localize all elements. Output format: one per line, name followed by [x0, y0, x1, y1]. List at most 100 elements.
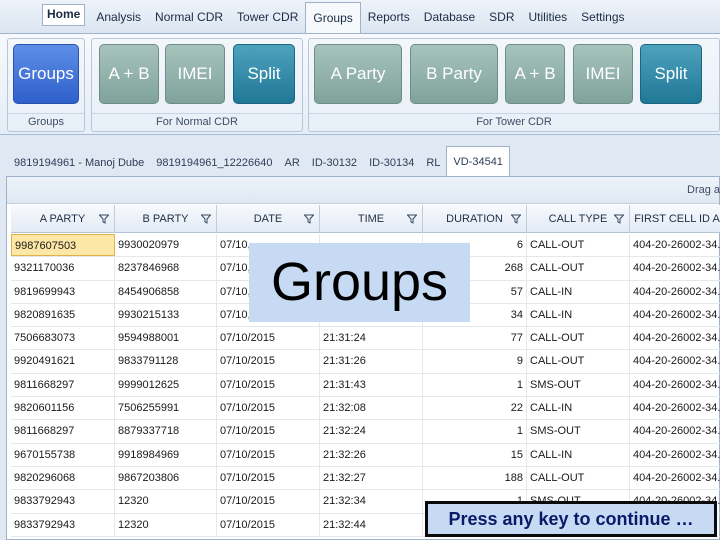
table-cell[interactable]: 404-20-26002-34... [630, 327, 720, 349]
normal-imei-button[interactable]: IMEI [165, 44, 225, 104]
table-cell[interactable]: 21:32:26 [320, 443, 423, 466]
table-cell[interactable]: 77 [423, 327, 527, 350]
table-cell[interactable]: 21:32:34 [320, 490, 423, 513]
tower-a-plus-b-button[interactable]: A + B [505, 44, 565, 104]
column-header-call-type[interactable]: CALL TYPE [527, 205, 630, 233]
menu-analysis[interactable]: Analysis [89, 5, 148, 29]
menu-settings[interactable]: Settings [574, 5, 631, 29]
table-row[interactable]: 7506683073 9594988001 07/10/2015 21:31:24 77… [11, 327, 720, 351]
table-cell[interactable]: 404-20-26002-34... [630, 397, 720, 419]
column-header-date[interactable]: DATE [217, 205, 320, 233]
table-cell[interactable]: 21:31:43 [320, 373, 423, 397]
table-cell[interactable]: 9987607503 [11, 234, 115, 257]
table-cell[interactable]: 1 [423, 420, 527, 443]
tower-imei-button[interactable]: IMEI [573, 44, 633, 104]
table-cell[interactable]: 9867203806 [115, 466, 217, 490]
tab-manoj-dube[interactable]: 9819194961 - Manoj Dube [8, 150, 150, 176]
table-cell[interactable]: 9833792943 [11, 513, 115, 536]
table-cell[interactable]: CALL-OUT [527, 257, 630, 280]
table-cell[interactable]: 9820296068 [11, 466, 115, 490]
table-cell[interactable]: 1 [423, 373, 527, 397]
column-header-first-cell-id-a[interactable]: FIRST CELL ID A [630, 205, 720, 233]
table-cell[interactable]: 07/10/2015 [217, 420, 320, 443]
table-cell[interactable]: 9820891635 [11, 303, 115, 327]
table-cell[interactable]: 21:31:26 [320, 350, 423, 373]
table-row[interactable]: 9820601156 7506255991 07/10/2015 21:32:08 22… [11, 397, 720, 421]
tower-split-button[interactable]: Split [640, 44, 702, 104]
table-cell[interactable]: 9918984969 [115, 443, 217, 466]
tab-9819194961-12226640[interactable]: 9819194961_12226640 [150, 150, 278, 176]
menu-reports[interactable]: Reports [361, 5, 417, 29]
table-cell[interactable]: 9930215133 [115, 303, 217, 327]
table-cell[interactable]: 9670155738 [11, 443, 115, 466]
table-cell[interactable]: 9811668297 [11, 420, 115, 443]
table-cell[interactable]: 404-20-26002-34... [630, 257, 720, 279]
tab-ar[interactable]: AR [279, 150, 306, 176]
filter-icon[interactable] [304, 214, 314, 224]
menu-home[interactable]: Home [42, 4, 86, 26]
table-cell[interactable]: 21:32:44 [320, 513, 423, 536]
column-header-b-party[interactable]: B PARTY [115, 205, 217, 233]
filter-icon[interactable] [99, 214, 109, 224]
table-cell[interactable]: 8879337718 [115, 420, 217, 443]
table-cell[interactable]: SMS-OUT [527, 373, 630, 397]
table-cell[interactable]: CALL-IN [527, 303, 630, 327]
tab-id-30132[interactable]: ID-30132 [306, 150, 363, 176]
table-cell[interactable]: 07/10/2015 [217, 513, 320, 536]
normal-a-plus-b-button[interactable]: A + B [99, 44, 159, 104]
table-cell[interactable]: CALL-OUT [527, 234, 630, 257]
menu-normal-cdr[interactable]: Normal CDR [148, 5, 230, 29]
column-header-time[interactable]: TIME [320, 205, 423, 233]
table-cell[interactable]: 404-20-26002-34... [630, 467, 720, 489]
menu-database[interactable]: Database [417, 5, 482, 29]
table-cell[interactable]: 9930020979 [115, 234, 217, 257]
table-cell[interactable]: 9820601156 [11, 397, 115, 420]
table-cell[interactable]: CALL-IN [527, 443, 630, 466]
table-cell[interactable]: 07/10/2015 [217, 443, 320, 466]
tab-vd-34541[interactable]: VD-34541 [446, 146, 510, 176]
table-cell[interactable]: 8454906858 [115, 280, 217, 303]
table-cell[interactable]: 9999012625 [115, 373, 217, 397]
tower-b-party-button[interactable]: B Party [410, 44, 498, 104]
table-row[interactable]: 9820296068 9867203806 07/10/2015 21:32:27 18… [11, 466, 720, 491]
group-by-drag-area[interactable]: Drag a [7, 177, 720, 204]
table-cell[interactable]: CALL-OUT [527, 466, 630, 490]
table-cell[interactable]: 9833791128 [115, 350, 217, 373]
column-header-duration[interactable]: DURATION [423, 205, 527, 233]
table-row[interactable]: 9811668297 8879337718 07/10/2015 21:32:24 1 S… [11, 420, 720, 444]
table-cell[interactable]: 7506255991 [115, 397, 217, 420]
column-header-a-party[interactable]: A PARTY [11, 205, 115, 233]
menu-groups[interactable]: Groups [305, 2, 361, 33]
tab-rl[interactable]: RL [420, 150, 446, 176]
table-cell[interactable]: 9594988001 [115, 327, 217, 350]
table-cell[interactable]: CALL-IN [527, 397, 630, 420]
menu-utilities[interactable]: Utilities [522, 5, 575, 29]
table-cell[interactable]: 21:32:24 [320, 420, 423, 443]
table-cell[interactable]: SMS-OUT [527, 420, 630, 443]
table-cell[interactable]: 07/10/2015 [217, 466, 320, 490]
table-cell[interactable]: 9819699943 [11, 280, 115, 303]
table-cell[interactable]: CALL-OUT [527, 350, 630, 373]
table-cell[interactable]: 9833792943 [11, 490, 115, 513]
table-cell[interactable]: CALL-OUT [527, 327, 630, 350]
tab-id-30134[interactable]: ID-30134 [363, 150, 420, 176]
menu-tower-cdr[interactable]: Tower CDR [230, 5, 305, 29]
table-cell[interactable]: 12320 [115, 490, 217, 513]
table-cell[interactable]: 404-20-26002-34... [630, 350, 720, 372]
table-cell[interactable]: 07/10/2015 [217, 327, 320, 350]
table-cell[interactable]: 15 [423, 443, 527, 466]
table-cell[interactable]: 404-20-26002-34... [630, 444, 720, 466]
table-row[interactable]: 9811668297 9999012625 07/10/2015 21:31:43 1 S… [11, 373, 720, 398]
table-cell[interactable]: 404-20-26002-34... [630, 420, 720, 442]
table-cell[interactable]: 404-20-26002-34... [630, 281, 720, 303]
table-cell[interactable]: 21:31:24 [320, 327, 423, 350]
table-cell[interactable]: 404-20-26002-34... [630, 234, 720, 256]
table-cell[interactable]: 7506683073 [11, 327, 115, 350]
table-cell[interactable]: 21:32:08 [320, 397, 423, 420]
tower-a-party-button[interactable]: A Party [314, 44, 402, 104]
table-cell[interactable]: 07/10/2015 [217, 373, 320, 397]
table-row[interactable]: 9920491621 9833791128 07/10/2015 21:31:26 9 C… [11, 350, 720, 374]
table-cell[interactable]: 9321170036 [11, 257, 115, 280]
table-cell[interactable]: 9 [423, 350, 527, 373]
table-cell[interactable]: 22 [423, 397, 527, 420]
